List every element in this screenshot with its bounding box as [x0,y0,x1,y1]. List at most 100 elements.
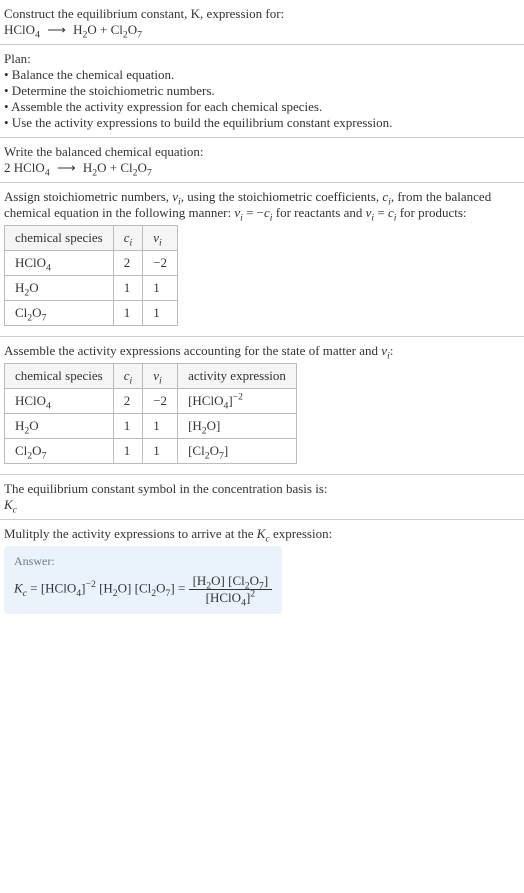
col-ci: ci [113,226,143,251]
arrow-icon: ⟶ [53,160,80,176]
act: [Cl [188,443,205,458]
sp: HClO [15,255,46,270]
fraction: [H2O] [Cl2O7][HClO4]2 [189,573,273,606]
term: [HClO [41,580,76,595]
cell-ci: 1 [113,414,143,439]
cell-ci: 1 [113,439,143,464]
sp: Cl [15,443,27,458]
plan-item: • Assemble the activity expression for e… [4,99,520,115]
text: for products: [396,205,466,220]
reactant-1: HClO [4,22,35,37]
table-row: H2O 1 1 [5,276,178,301]
col-nui: νi [143,364,178,389]
sub: 4 [45,168,50,179]
sub: 7 [42,451,47,462]
col-species: chemical species [5,364,114,389]
sub: 4 [46,401,51,412]
multiply-text: Mulitply the activity expressions to arr… [4,526,520,542]
n: [H [193,573,207,588]
text: Assign stoichiometric numbers, [4,189,172,204]
multiply-section: Mulitply the activity expressions to arr… [0,520,524,624]
table-row: H2O 1 1 [H2O] [5,414,297,439]
cell-ci: 1 [113,301,143,326]
sub: 7 [137,30,142,41]
sub: c [13,505,17,516]
k: K [14,580,23,595]
cell-species: HClO4 [5,389,114,414]
sp: H [15,280,24,295]
term: ] = [170,580,188,595]
cell-nui: −2 [143,389,178,414]
product-1b: O + Cl [87,22,123,37]
eq: = [27,580,41,595]
cell-nui: 1 [143,301,178,326]
cell-nui: 1 [143,439,178,464]
activity-table: chemical species ci νi activity expressi… [4,363,297,464]
symbol-section: The equilibrium constant symbol in the c… [0,475,524,520]
n: O] [Cl [211,573,245,588]
sp: HClO [15,393,46,408]
act: ] [224,443,228,458]
sup: −2 [85,579,95,590]
text: for reactants and [273,205,366,220]
cell-activity: [Cl2O7] [178,439,297,464]
sub: 7 [42,313,47,324]
n: ] [264,573,268,588]
cell-nui: 1 [143,414,178,439]
sp: O [29,280,38,295]
coef: 2 [4,160,14,175]
sp: H [15,418,24,433]
text: Assemble the activity expressions accoun… [4,343,381,358]
text: expression: [270,526,332,541]
stoich-text: Assign stoichiometric numbers, νi, using… [4,189,520,221]
cell-species: HClO4 [5,251,114,276]
n: O [250,573,259,588]
k: K [4,497,13,512]
numerator: [H2O] [Cl2O7] [189,573,273,590]
sub: i [130,376,133,387]
table-row: Cl2O7 1 1 [5,301,178,326]
stoich-table: chemical species ci νi HClO4 2 −2 H2O 1 … [4,225,178,326]
sp: O [32,305,41,320]
reactant-1: HClO [14,160,45,175]
sp: O [32,443,41,458]
cell-species: Cl2O7 [5,301,114,326]
text: Mulitply the activity expressions to arr… [4,526,257,541]
intro-section: Construct the equilibrium constant, K, e… [0,0,524,45]
act: [H [188,418,202,433]
act: O [210,443,219,458]
activity-text: Assemble the activity expressions accoun… [4,343,520,359]
cell-species: Cl2O7 [5,439,114,464]
term: [H [96,580,113,595]
plan-section: Plan: • Balance the chemical equation. •… [0,45,524,138]
balanced-header: Write the balanced chemical equation: [4,144,520,160]
act: O] [207,418,221,433]
cell-activity: [H2O] [178,414,297,439]
act: [HClO [188,393,223,408]
plan-item: • Balance the chemical equation. [4,67,520,83]
intro-equation: HClO4 ⟶ H2O + Cl2O7 [4,22,520,38]
sub: i [130,238,133,249]
plan-item: • Use the activity expressions to build … [4,115,520,131]
sp: O [29,418,38,433]
balanced-equation: 2 HClO4 ⟶ H2O + Cl2O7 [4,160,520,176]
rel: = − [243,205,264,220]
symbol-k: Kc [4,497,520,513]
col-activity: activity expression [178,364,297,389]
table-row: Cl2O7 1 1 [Cl2O7] [5,439,297,464]
cell-species: H2O [5,276,114,301]
activity-section: Assemble the activity expressions accoun… [0,337,524,475]
cell-ci: 2 [113,389,143,414]
product-1a: H [83,160,92,175]
cell-activity: [HClO4]−2 [178,389,297,414]
sup: −2 [233,392,243,403]
plan-header: Plan: [4,51,520,67]
symbol-text: The equilibrium constant symbol in the c… [4,481,520,497]
balanced-section: Write the balanced chemical equation: 2 … [0,138,524,183]
arrow-icon: ⟶ [43,22,70,38]
product-1b: O + Cl [97,160,133,175]
col-nui: νi [143,226,178,251]
sup: 2 [250,589,255,600]
sub: i [159,238,162,249]
cell-nui: 1 [143,276,178,301]
